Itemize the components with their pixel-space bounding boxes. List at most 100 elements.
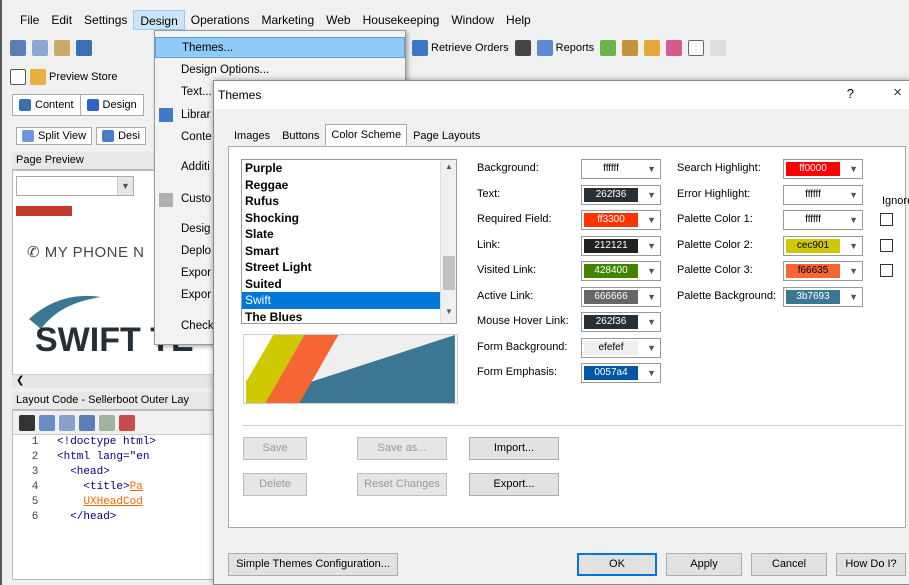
menu-design[interactable]: Design — [133, 10, 185, 30]
reports-button[interactable]: Reports — [536, 40, 594, 56]
left-field-color-select[interactable]: ffffff ▼ — [581, 159, 661, 179]
menu-web[interactable]: Web — [320, 10, 356, 30]
preview-store-button[interactable]: Preview Store — [30, 69, 117, 85]
delete-button[interactable]: Delete — [243, 473, 307, 496]
left-field-color-select[interactable]: 262f36 ▼ — [581, 184, 661, 205]
menu-help[interactable]: Help — [500, 10, 537, 30]
left-field-color-select[interactable]: 428400 ▼ — [581, 261, 661, 281]
dialog-title-bar: Themes ? × — [214, 81, 909, 109]
left-field-color-select[interactable]: 212121 ▼ — [581, 235, 661, 256]
right-field-color-select[interactable]: cec901 ▼ — [783, 235, 863, 256]
code-flag-icon[interactable] — [119, 414, 135, 431]
menu-file[interactable]: File — [14, 10, 45, 30]
code-replace-icon[interactable] — [79, 414, 95, 431]
reset-changes-button[interactable]: Reset Changes — [357, 473, 447, 496]
code-search-icon[interactable] — [39, 414, 55, 431]
menu-edit[interactable]: Edit — [45, 10, 78, 30]
preview-horizontal-scrollbar[interactable]: ❮ — [12, 374, 217, 388]
frame-icon[interactable] — [10, 69, 26, 85]
list-item[interactable]: The Blues — [242, 309, 456, 324]
list-item[interactable]: Purple — [242, 160, 456, 177]
right-field-label: Palette Color 3: — [677, 264, 753, 276]
link-icon[interactable] — [710, 40, 727, 56]
code-search-next-icon[interactable] — [59, 414, 75, 431]
scroll-down-icon[interactable]: ▼ — [441, 307, 456, 321]
preview-page-select[interactable]: ▼ — [16, 176, 134, 196]
close-button[interactable]: × — [893, 84, 902, 101]
code-close-icon[interactable] — [19, 414, 35, 431]
checkbox-icon[interactable] — [688, 40, 705, 56]
list-item[interactable]: Reggae — [242, 177, 456, 194]
binoculars-icon[interactable] — [514, 40, 531, 56]
copy-icon[interactable] — [32, 40, 48, 56]
color-swatch: 666666 — [584, 289, 638, 304]
left-field-color-select[interactable]: efefef ▼ — [581, 337, 661, 358]
menu-operations[interactable]: Operations — [185, 10, 256, 30]
tab-design[interactable]: Design — [80, 94, 144, 116]
tab-color-scheme[interactable]: Color Scheme — [325, 124, 408, 146]
save-as-button[interactable]: Save as... — [357, 437, 447, 460]
list-item[interactable]: Shocking — [242, 210, 456, 227]
undo-icon[interactable] — [76, 40, 92, 56]
code-format-icon[interactable] — [99, 414, 115, 431]
simple-themes-button[interactable]: Simple Themes Configuration... — [228, 553, 398, 576]
tab-images[interactable]: Images — [228, 125, 276, 147]
menu-item-design-options[interactable]: Design Options... — [155, 60, 405, 81]
secondary-toolbar: Preview Store — [10, 66, 117, 88]
import-button[interactable]: Import... — [469, 437, 559, 460]
left-field-label: Link: — [477, 238, 501, 251]
right-field-color-select[interactable]: ff0000 ▼ — [783, 159, 863, 179]
color-swatch: cec901 — [786, 238, 840, 253]
menu-settings[interactable]: Settings — [78, 10, 133, 30]
cut-icon[interactable] — [10, 40, 26, 56]
paste-icon[interactable] — [54, 40, 70, 56]
tab-page-layouts[interactable]: Page Layouts — [407, 125, 486, 147]
user-icon[interactable] — [644, 40, 661, 56]
ignore-palette-3-checkbox[interactable] — [880, 264, 893, 277]
right-field-color-select[interactable]: f66635 ▼ — [783, 261, 863, 281]
list-item-selected[interactable]: Swift — [242, 292, 456, 309]
retrieve-orders-button[interactable]: Retrieve Orders — [412, 40, 509, 56]
preview-toolbar[interactable] — [16, 206, 72, 216]
package-icon[interactable] — [622, 40, 639, 56]
list-item[interactable]: Slate — [242, 226, 456, 243]
right-field-color-select[interactable]: ffffff ▼ — [783, 210, 863, 230]
export-button[interactable]: Export... — [469, 473, 559, 496]
menu-item-themes[interactable]: Themes... — [155, 37, 405, 58]
layout-code-editor[interactable]: 1 <!doctype html> 2 <html lang="en 3 <he… — [12, 410, 217, 580]
save-button[interactable]: Save — [243, 437, 307, 460]
list-item[interactable]: Rufus — [242, 193, 456, 210]
menu-window[interactable]: Window — [445, 10, 500, 30]
scroll-left-icon[interactable]: ❮ — [16, 375, 24, 386]
help-button[interactable]: ? — [847, 86, 854, 101]
left-field-color-select[interactable]: 0057a4 ▼ — [581, 363, 661, 383]
list-item[interactable]: Smart — [242, 243, 456, 260]
right-field-color-select[interactable]: 3b7693 ▼ — [783, 286, 863, 307]
menu-marketing[interactable]: Marketing — [255, 10, 320, 30]
split-view-button[interactable]: Split View — [16, 127, 93, 145]
apply-button[interactable]: Apply — [666, 553, 742, 576]
ok-button[interactable]: OK — [577, 553, 657, 576]
export-icon[interactable] — [600, 40, 617, 56]
design-view-button[interactable]: Desi — [96, 127, 147, 145]
scroll-up-icon[interactable]: ▲ — [441, 162, 456, 176]
theme-list-scrollbar[interactable]: ▲ ▼ — [440, 160, 456, 323]
left-field-color-select[interactable]: 666666 ▼ — [581, 286, 661, 307]
cancel-button[interactable]: Cancel — [751, 553, 827, 576]
list-item[interactable]: Street Light — [242, 259, 456, 276]
how-do-i-button[interactable]: How Do I? — [836, 553, 906, 576]
chevron-down-icon: ▼ — [647, 164, 656, 174]
tab-content[interactable]: Content — [12, 94, 81, 116]
right-field-label: Search Highlight: — [677, 162, 761, 174]
right-field-color-select[interactable]: ffffff ▼ — [783, 184, 863, 205]
ignore-palette-1-checkbox[interactable] — [880, 213, 893, 226]
left-field-color-select[interactable]: 262f36 ▼ — [581, 312, 661, 332]
list-item[interactable]: Suited — [242, 276, 456, 293]
tab-buttons[interactable]: Buttons — [276, 125, 325, 147]
scrollbar-thumb[interactable] — [443, 256, 455, 290]
users-icon[interactable] — [666, 40, 683, 56]
menu-housekeeping[interactable]: Housekeeping — [357, 10, 446, 30]
ignore-palette-2-checkbox[interactable] — [880, 239, 893, 252]
left-field-color-select[interactable]: ff3300 ▼ — [581, 210, 661, 230]
theme-list[interactable]: Purple Reggae Rufus Shocking Slate Smart… — [241, 159, 457, 324]
